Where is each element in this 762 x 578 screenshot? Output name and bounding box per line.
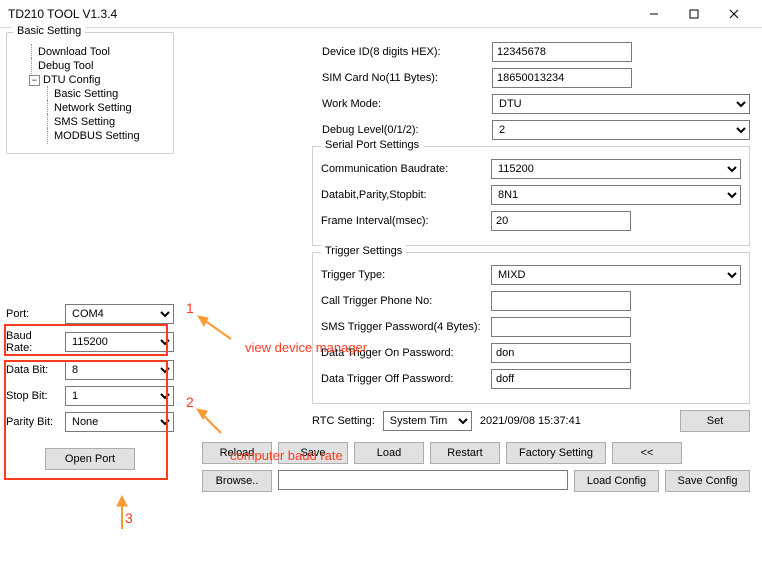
serial-fieldset: Serial Port Settings Communication Baudr… <box>312 146 750 246</box>
tree-legend: Basic Setting <box>13 25 85 37</box>
trigger-offpw-label: Data Trigger Off Password: <box>321 373 491 385</box>
trigger-phone-input[interactable] <box>491 291 631 311</box>
window-title: TD210 TOOL V1.3.4 <box>8 7 634 21</box>
trigger-smspw-label: SMS Trigger Password(4 Bytes): <box>321 321 491 333</box>
parity-row: Parity Bit: None <box>6 412 174 432</box>
trigger-fieldset: Trigger Settings Trigger Type: MIXD Call… <box>312 252 750 404</box>
debuglevel-label: Debug Level(0/1/2): <box>322 124 492 136</box>
baud-select[interactable]: 115200 <box>65 332 174 352</box>
comm-baud-label: Communication Baudrate: <box>321 163 491 175</box>
rtc-time: 2021/09/08 15:37:41 <box>480 415 581 427</box>
sim-input[interactable] <box>492 68 632 88</box>
databit-select[interactable]: 8 <box>65 360 174 380</box>
collapse-icon[interactable]: − <box>29 75 40 86</box>
back-button[interactable]: << <box>612 442 682 464</box>
trigger-type-select[interactable]: MIXD <box>491 265 741 285</box>
baud-row: Baud Rate: 115200 <box>6 330 174 354</box>
port-row: Port: COM4 <box>6 304 174 324</box>
tree-item-modbus[interactable]: MODBUS Setting <box>15 129 165 143</box>
port-label: Port: <box>6 308 61 320</box>
dps-label: Databit,Parity,Stopbit: <box>321 189 491 201</box>
close-button[interactable] <box>714 0 754 28</box>
dps-select[interactable]: 8N1 <box>491 185 741 205</box>
parity-select[interactable]: None <box>65 412 174 432</box>
baud-label: Baud Rate: <box>6 330 61 354</box>
device-id-label: Device ID(8 digits HEX): <box>322 46 492 58</box>
load-button[interactable]: Load <box>354 442 424 464</box>
load-config-button[interactable]: Load Config <box>574 470 659 492</box>
device-id-input[interactable] <box>492 42 632 62</box>
rtc-mode-select[interactable]: System Tim <box>383 411 472 431</box>
factory-button[interactable]: Factory Setting <box>506 442 606 464</box>
trigger-legend: Trigger Settings <box>321 245 406 257</box>
rtc-set-button[interactable]: Set <box>680 410 750 432</box>
stopbit-row: Stop Bit: 1 <box>6 386 174 406</box>
debuglevel-select[interactable]: 2 <box>492 120 750 140</box>
frame-label: Frame Interval(msec): <box>321 215 491 227</box>
tree-item-basic[interactable]: Basic Setting <box>15 87 165 101</box>
tree-group: Basic Setting Download Tool Debug Tool −… <box>6 32 174 154</box>
stopbit-label: Stop Bit: <box>6 390 61 402</box>
comm-baud-select[interactable]: 115200 <box>491 159 741 179</box>
serial-legend: Serial Port Settings <box>321 139 423 151</box>
trigger-onpw-input[interactable] <box>491 343 631 363</box>
restart-button[interactable]: Restart <box>430 442 500 464</box>
tree-item-sms[interactable]: SMS Setting <box>15 115 165 129</box>
save-button[interactable]: Save <box>278 442 348 464</box>
parity-label: Parity Bit: <box>6 416 61 428</box>
mode-row: Work Mode: DTU <box>322 94 750 114</box>
device-id-row: Device ID(8 digits HEX): <box>322 42 750 62</box>
mode-select[interactable]: DTU <box>492 94 750 114</box>
trigger-offpw-input[interactable] <box>491 369 631 389</box>
tree-item-dtu[interactable]: −DTU Config <box>15 73 165 87</box>
tree-item-network[interactable]: Network Setting <box>15 101 165 115</box>
trigger-type-label: Trigger Type: <box>321 269 491 281</box>
stopbit-select[interactable]: 1 <box>65 386 174 406</box>
trigger-smspw-input[interactable] <box>491 317 631 337</box>
sim-row: SIM Card No(11 Bytes): <box>322 68 750 88</box>
save-config-button[interactable]: Save Config <box>665 470 750 492</box>
trigger-phone-label: Call Trigger Phone No: <box>321 295 491 307</box>
debuglevel-row: Debug Level(0/1/2): 2 <box>322 120 750 140</box>
frame-input[interactable] <box>491 211 631 231</box>
open-port-button[interactable]: Open Port <box>45 448 135 470</box>
databit-row: Data Bit: 8 <box>6 360 174 380</box>
window-controls <box>634 0 754 28</box>
titlebar: TD210 TOOL V1.3.4 <box>0 0 762 28</box>
databit-label: Data Bit: <box>6 364 61 376</box>
rtc-label: RTC Setting: <box>312 415 375 427</box>
port-select[interactable]: COM4 <box>65 304 174 324</box>
reload-button[interactable]: Reload <box>202 442 272 464</box>
sim-label: SIM Card No(11 Bytes): <box>322 72 492 84</box>
maximize-button[interactable] <box>674 0 714 28</box>
tree-item-download[interactable]: Download Tool <box>15 45 165 59</box>
minimize-button[interactable] <box>634 0 674 28</box>
tree-item-debug[interactable]: Debug Tool <box>15 59 165 73</box>
browse-button[interactable]: Browse.. <box>202 470 272 492</box>
config-path-input[interactable] <box>278 470 568 490</box>
mode-label: Work Mode: <box>322 98 492 110</box>
trigger-onpw-label: Data Trigger On Password: <box>321 347 491 359</box>
